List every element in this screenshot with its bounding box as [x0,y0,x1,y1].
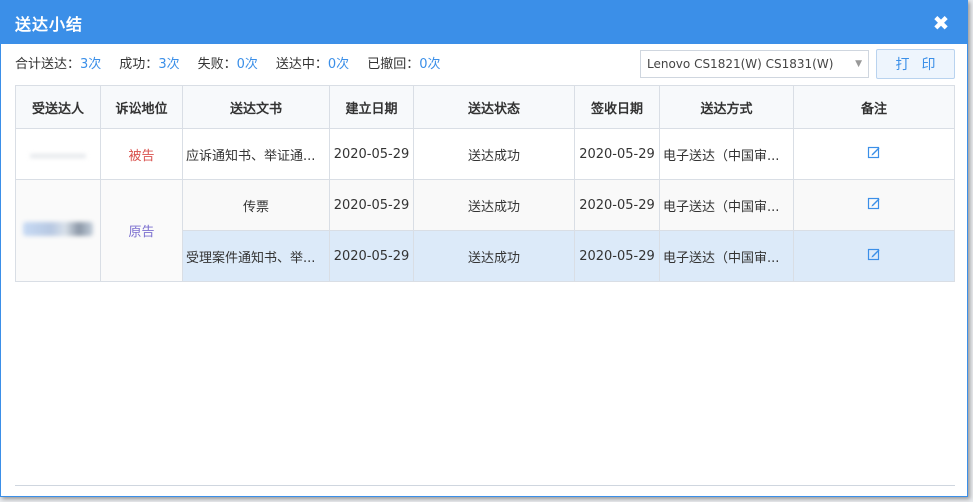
col-header-recipient: 受送达人 [15,85,101,129]
status-cell: 送达成功 [413,230,575,282]
col-header-status: 送达状态 [413,85,575,129]
role-cell: 原告 [100,179,183,282]
remark-cell [793,230,955,282]
redacted-name-blur [30,153,86,158]
method-cell: 电子送达（中国审... [659,128,794,180]
col-header-role: 诉讼地位 [100,85,183,129]
stats-bar: 合计送达：3次 成功：3次 失败：0次 送达中：0次 已撤回：0次 [15,53,458,72]
stat-withdrawn-label: 已撤回： [367,57,420,72]
table-row[interactable]: 被告 应诉通知书、举证通... 2020-05-29 送达成功 2020-05-… [15,128,955,180]
signed-date-cell: 2020-05-29 [574,230,660,282]
stat-failed-label: 失败： [197,57,237,72]
edit-icon[interactable] [867,145,881,159]
col-header-document: 送达文书 [182,85,330,129]
status-cell: 送达成功 [413,128,575,180]
created-date-cell: 2020-05-29 [329,128,414,180]
created-date-cell: 2020-05-29 [329,230,414,282]
stat-success: 成功：3次 [119,53,179,72]
method-cell: 电子送达（中国审... [659,230,794,282]
redacted-name-blur [23,221,93,236]
stat-total: 合计送达：3次 [15,53,101,72]
delivery-table: 受送达人 诉讼地位 送达文书 建立日期 送达状态 签收日期 送达方式 备注 被告… [15,85,955,282]
chevron-down-icon: ▼ [855,59,862,69]
col-header-signed-date: 签收日期 [574,85,660,129]
stat-in-progress-label: 送达中： [275,57,328,72]
edit-icon[interactable] [867,196,881,210]
document-cell[interactable]: 传票 [182,179,330,231]
stat-in-progress-value: 0次 [327,57,350,72]
signed-date-cell: 2020-05-29 [574,179,660,231]
document-cell[interactable]: 应诉通知书、举证通... [182,128,330,180]
created-date-cell: 2020-05-29 [329,179,414,231]
col-header-remark: 备注 [793,85,955,129]
col-header-created-date: 建立日期 [329,85,414,129]
stat-failed: 失败：0次 [198,53,258,72]
dialog-title: 送达小结 [15,14,84,34]
delivery-summary-dialog: 送达小结 ✖ 合计送达：3次 成功：3次 失败：0次 送达中：0次 已撤回：0次… [0,0,968,497]
printer-selected-value: Lenovo CS1821(W) CS1831(W) [647,57,834,71]
status-cell: 送达成功 [413,179,575,231]
table-header-row: 受送达人 诉讼地位 送达文书 建立日期 送达状态 签收日期 送达方式 备注 [15,85,955,129]
method-cell: 电子送达（中国审... [659,179,794,231]
recipient-name-redacted [15,128,101,180]
bottom-divider [15,485,955,486]
dialog-titlebar: 送达小结 ✖ [1,1,967,44]
stat-success-label: 成功： [119,57,159,72]
remark-cell [793,128,955,180]
print-button[interactable]: 打印 [876,49,955,79]
role-cell: 被告 [100,128,183,180]
document-cell[interactable]: 受理案件通知书、举... [182,230,330,282]
stat-withdrawn-value: 0次 [419,57,441,72]
col-header-method: 送达方式 [659,85,794,129]
signed-date-cell: 2020-05-29 [574,128,660,180]
table-row[interactable]: 原告 传票 2020-05-29 送达成功 2020-05-29 电子送达（中国… [15,179,955,282]
recipient-name-redacted [15,179,101,282]
stat-in-progress: 送达中：0次 [276,53,349,72]
stat-success-value: 3次 [158,57,180,72]
stat-total-value: 3次 [80,57,102,72]
close-icon[interactable]: ✖ [929,13,953,33]
stat-withdrawn: 已撤回：0次 [367,53,440,72]
stat-total-label: 合计送达： [15,57,81,72]
edit-icon[interactable] [867,247,881,261]
stat-failed-value: 0次 [236,57,258,72]
printer-select[interactable]: Lenovo CS1821(W) CS1831(W) ▼ [640,50,869,78]
remark-cell [793,179,955,231]
